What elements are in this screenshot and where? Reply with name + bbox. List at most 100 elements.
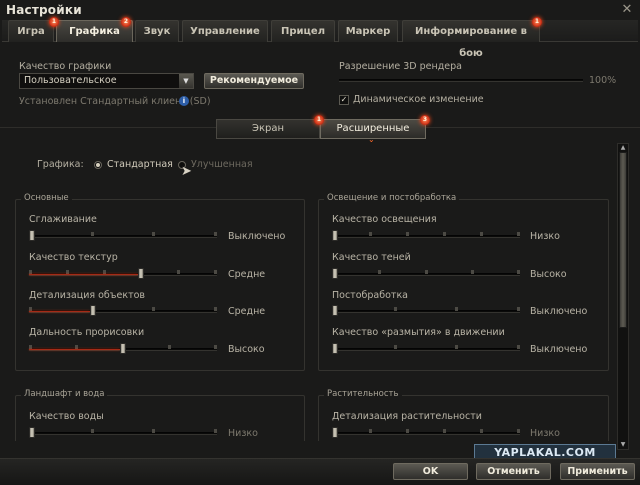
slider-tick [177,270,180,274]
slider-tick [214,270,217,274]
slider-knob[interactable] [120,343,126,354]
slider-track[interactable] [29,268,217,279]
slider-label: Качество «размытия» в движении [332,327,505,338]
tab-controls[interactable]: Управление [182,20,268,42]
slider-track[interactable] [332,305,520,316]
slider-track[interactable] [332,343,520,354]
slider-knob[interactable] [332,268,338,279]
panel-landscape-title: Ландшафт и вода [21,389,108,399]
slider-tick [517,345,520,349]
slider-value: Высоко [530,269,567,280]
tab-label: Управление [190,26,260,37]
slider-tick [394,307,397,311]
resolution-label: Разрешение 3D рендера [339,61,462,72]
tab-label: Маркер [345,26,391,37]
recommended-button[interactable]: Рекомендуемое [204,73,304,89]
slider-label: Постобработка [332,290,408,301]
tab-battle-info[interactable]: Информирование в бою [402,20,540,59]
slider-tick [455,307,458,311]
slider-tick [517,307,520,311]
close-icon[interactable]: ✕ [620,3,634,17]
slider-knob[interactable] [332,343,338,354]
settings-tab-bar: Игра Графика Звук Управление Прицел Марк… [2,20,638,59]
scroll-up-icon[interactable]: ▲ [618,144,628,152]
slider-tick [443,429,446,433]
dynamic-resolution-label: Динамическое изменение [353,94,484,105]
subtab-label: Расширенные [336,123,410,134]
slider-track[interactable] [29,230,217,241]
tab-game-badge: 1 [49,17,59,27]
chevron-down-icon[interactable]: ▼ [179,74,193,88]
slider-label: Качество текстур [29,252,118,263]
slider-value: Низко [530,428,560,439]
slider-knob[interactable] [332,230,338,241]
slider-knob[interactable] [332,427,338,438]
radio-improved-label: Улучшенная [191,159,253,170]
slider-tick [406,232,409,236]
graphics-mode-label: Графика: [37,159,84,170]
slider-tick [152,307,155,311]
slider-tick [406,429,409,433]
tab-game[interactable]: Игра [8,20,54,42]
scroll-down-icon[interactable]: ▼ [618,441,628,449]
slider-tick [455,345,458,349]
subtab-label: Экран [251,123,285,134]
resolution-slider[interactable] [339,79,583,82]
slider-label: Качество теней [332,252,411,263]
slider-track[interactable] [332,230,520,241]
slider-value: Средне [228,269,266,280]
slider-track[interactable] [332,427,520,438]
slider-track[interactable] [332,268,520,279]
ok-button[interactable]: OK [393,463,468,480]
cancel-button[interactable]: Отменить [476,463,551,480]
slider-value: Низко [228,428,258,439]
slider-tick [214,429,217,433]
tab-battle-info-badge: 1 [532,17,542,27]
scroll-thumb[interactable] [619,152,627,328]
tab-marker[interactable]: Маркер [338,20,398,42]
scrollbar[interactable]: ▲ ▼ [617,143,629,450]
radio-standard[interactable] [94,161,102,169]
slider-tick [152,429,155,433]
slider-value: Выключено [228,231,286,242]
slider-tick [443,232,446,236]
slider-tick [91,429,94,433]
slider-knob[interactable] [332,305,338,316]
tab-label: Звук [143,26,171,37]
info-icon[interactable]: i [179,96,189,106]
apply-button[interactable]: Применить [560,463,635,480]
slider-tick [152,232,155,236]
slider-label: Сглаживание [29,214,97,225]
tab-crosshair[interactable]: Прицел [271,20,335,42]
slider-value: Выключено [530,306,588,317]
slider-fill [29,349,120,350]
tab-sound[interactable]: Звук [135,20,179,42]
slider-tick [378,270,381,274]
slider-label: Детализация растительности [332,411,482,422]
slider-knob[interactable] [29,230,35,241]
dynamic-resolution-checkbox[interactable]: ✓ [339,95,349,105]
quality-selected: Пользовательское [24,75,117,86]
slider-label: Качество освещения [332,214,437,225]
subtab-screen-badge: 1 [314,115,324,125]
slider-track[interactable] [29,427,217,438]
subtab-screen[interactable]: Экран [216,119,320,139]
tab-label: Графика [69,26,120,37]
slider-track[interactable] [29,343,217,354]
slider-knob[interactable] [29,427,35,438]
slider-value: Выключено [530,344,588,355]
slider-knob[interactable] [138,268,144,279]
slider-knob[interactable] [90,305,96,316]
slider-tick [517,232,520,236]
panel-vegetation-title: Растительность [324,389,402,399]
resolution-value: 100% [589,75,617,86]
slider-value: Высоко [228,344,265,355]
quality-dropdown[interactable]: Пользовательское ▼ [19,73,194,89]
tab-label: Игра [17,26,45,37]
slider-tick [168,345,171,349]
slider-value: Средне [228,306,266,317]
slider-tick [214,345,217,349]
slider-track[interactable] [29,305,217,316]
slider-tick [471,270,474,274]
slider-tick [480,429,483,433]
